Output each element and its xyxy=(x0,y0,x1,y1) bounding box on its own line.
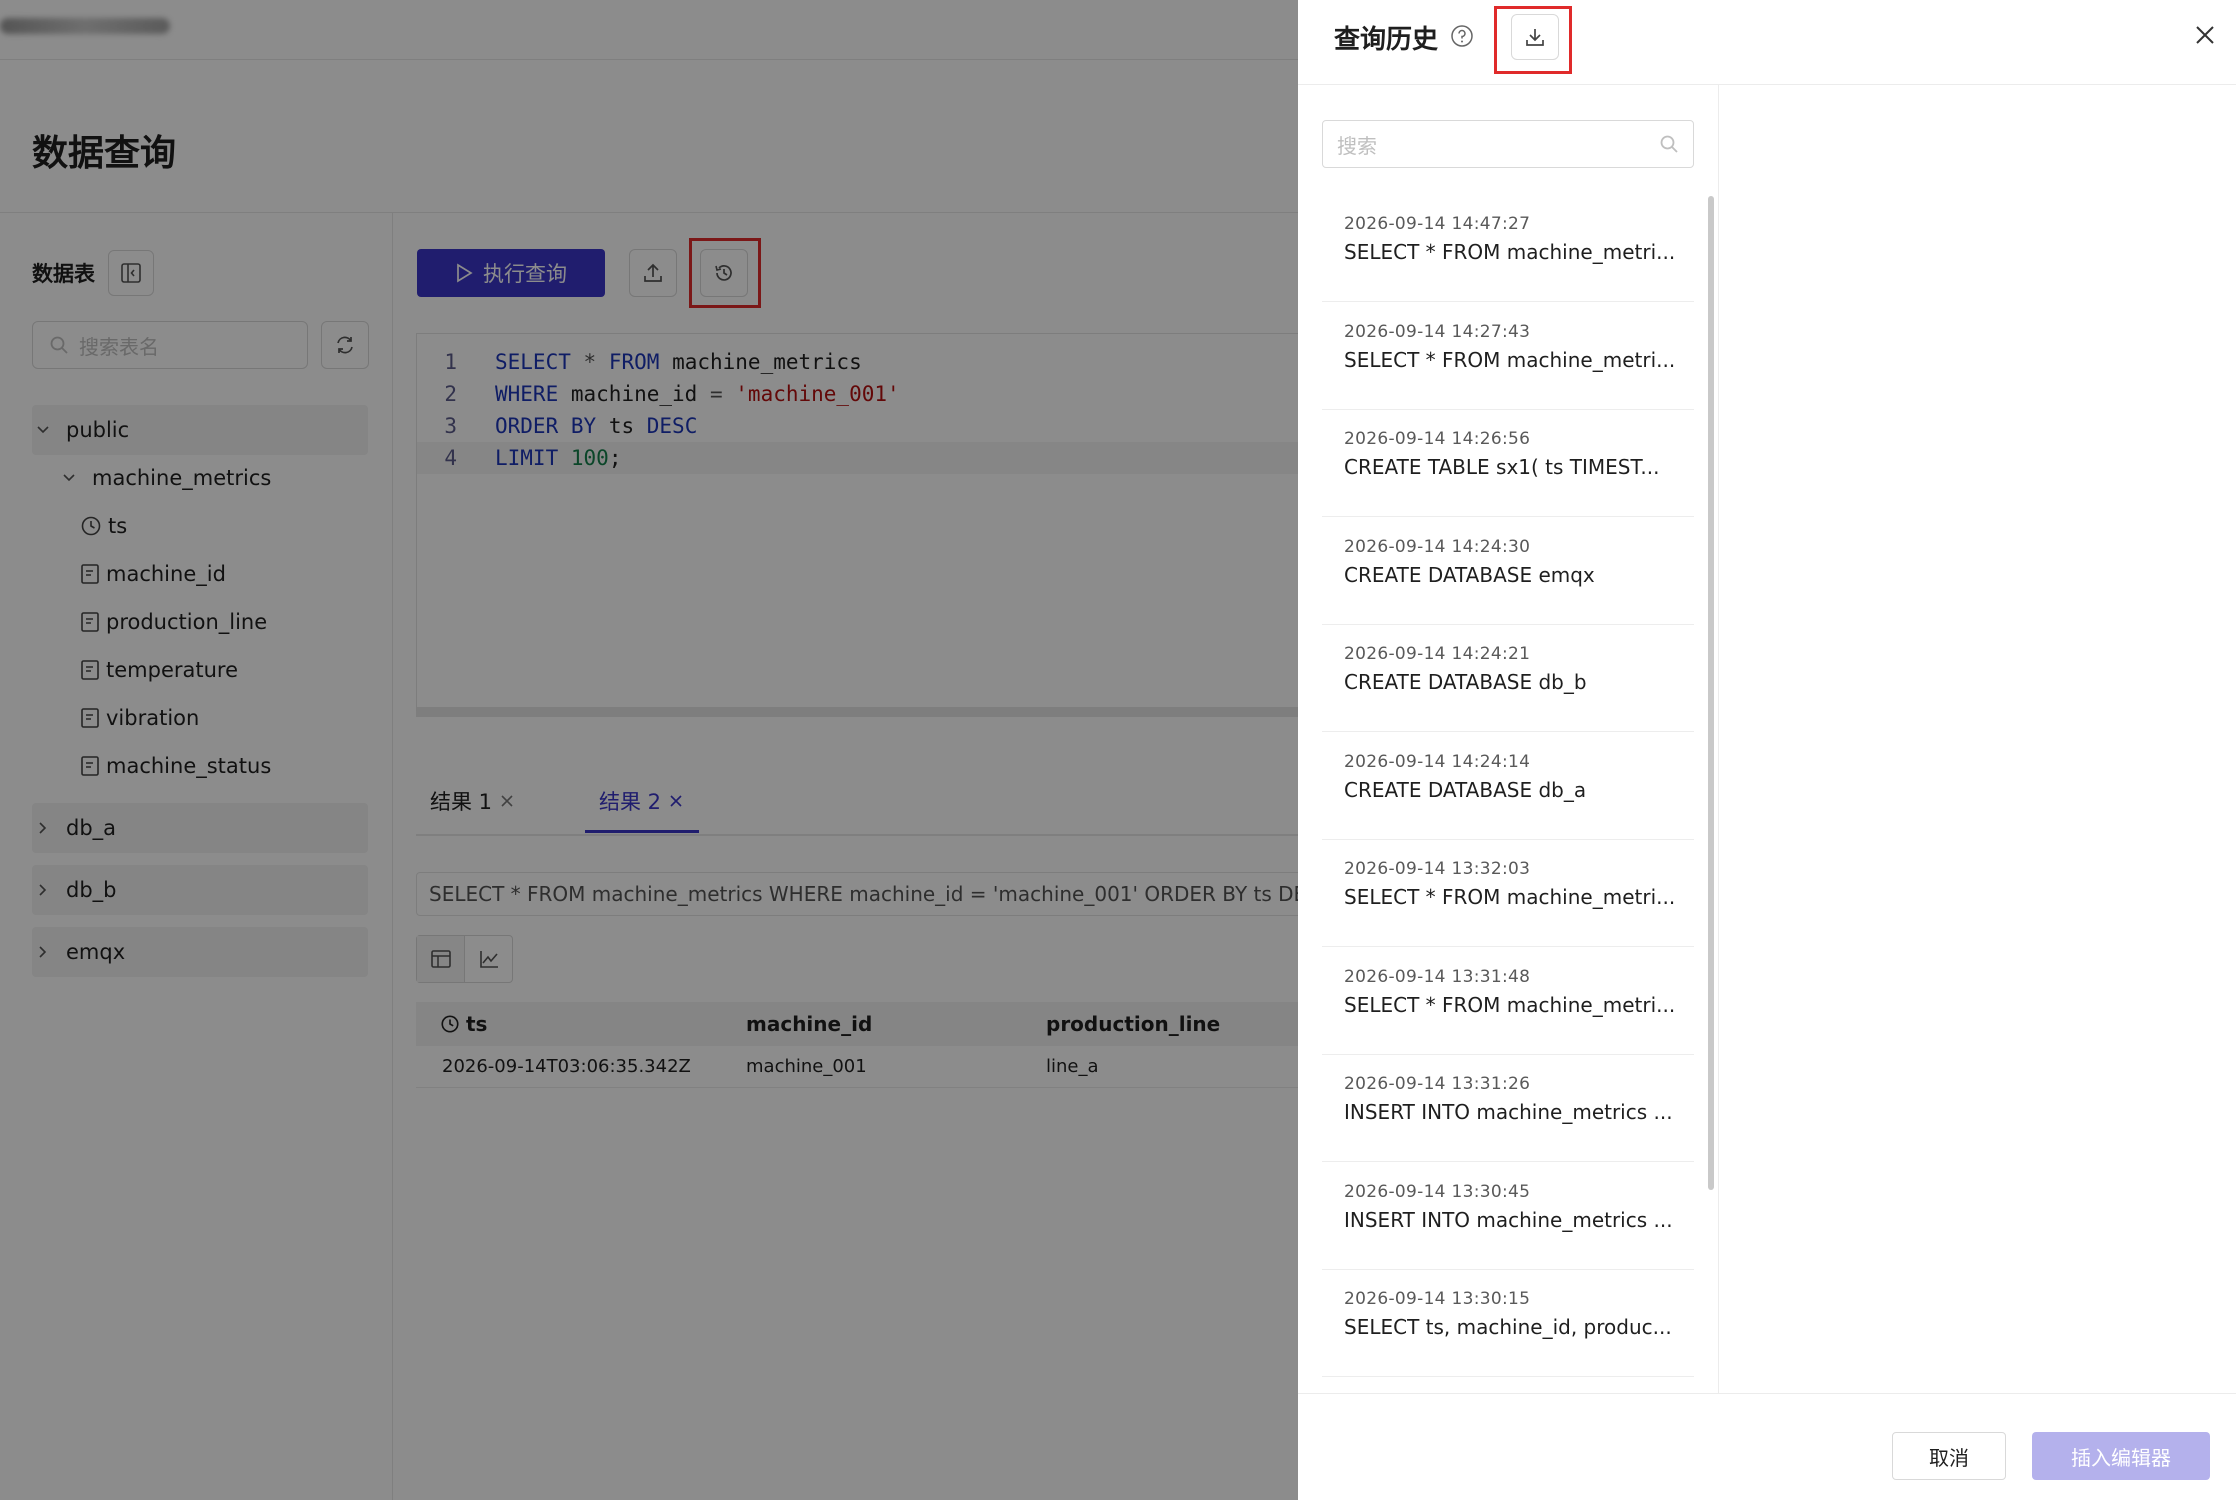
history-time: 2026-09-14 13:31:26 xyxy=(1344,1074,1531,1094)
history-scrollbar[interactable] xyxy=(1708,196,1714,1190)
history-time: 2026-09-14 14:24:30 xyxy=(1344,537,1531,557)
drawer-footer: 取消 插入编辑器 xyxy=(1298,1393,2236,1500)
close-icon xyxy=(2196,26,2214,44)
history-time: 2026-09-14 14:24:21 xyxy=(1344,644,1531,664)
history-search-input[interactable]: 搜索 xyxy=(1322,120,1694,168)
history-item[interactable]: 2026-09-14 13:30:15 SELECT ts, machine_i… xyxy=(1322,1269,1694,1377)
history-time: 2026-09-14 14:47:27 xyxy=(1344,214,1531,234)
history-sql: SELECT * FROM machine_metri... xyxy=(1344,993,1676,1017)
history-item[interactable]: 2026-09-14 13:30:45 INSERT INTO machine_… xyxy=(1322,1162,1694,1270)
history-sql: SELECT * FROM machine_metri... xyxy=(1344,885,1676,909)
export-button-highlight xyxy=(1494,6,1572,74)
history-sql: CREATE TABLE sx1( ts TIMEST... xyxy=(1344,455,1660,479)
history-sql: CREATE DATABASE emqx xyxy=(1344,563,1595,587)
history-time: 2026-09-14 13:30:45 xyxy=(1344,1182,1531,1202)
history-sql: CREATE DATABASE db_b xyxy=(1344,670,1587,694)
search-icon xyxy=(1660,135,1678,153)
drawer-title: 查询历史 xyxy=(1334,25,1439,55)
history-time: 2026-09-14 13:32:03 xyxy=(1344,859,1531,879)
insert-into-editor-button[interactable]: 插入编辑器 xyxy=(2032,1432,2210,1480)
history-time: 2026-09-14 13:31:48 xyxy=(1344,967,1531,987)
modal-mask[interactable] xyxy=(0,0,1298,1500)
history-time: 2026-09-14 14:24:14 xyxy=(1344,752,1531,772)
history-sql: SELECT * FROM machine_metri... xyxy=(1344,240,1676,264)
query-history-drawer: 查询历史 搜索 2026-09-14 14:47:27 SELECT * FRO… xyxy=(1298,0,2236,1500)
history-sql: INSERT INTO machine_metrics ... xyxy=(1344,1100,1673,1124)
history-item[interactable]: 2026-09-14 14:27:43 SELECT * FROM machin… xyxy=(1322,302,1694,410)
app-window: 数据查询 数据表 搜索表名 public machine_metrics ts … xyxy=(0,0,2236,1500)
help-icon[interactable] xyxy=(1450,24,1474,52)
history-item[interactable]: 2026-09-14 13:31:48 SELECT * FROM machin… xyxy=(1322,947,1694,1055)
history-item[interactable]: 2026-09-14 14:24:21 CREATE DATABASE db_b xyxy=(1322,624,1694,732)
history-sql: CREATE DATABASE db_a xyxy=(1344,778,1587,802)
drawer-header: 查询历史 xyxy=(1298,0,2236,85)
history-item[interactable]: 2026-09-14 13:32:03 SELECT * FROM machin… xyxy=(1322,839,1694,947)
history-time: 2026-09-14 14:26:56 xyxy=(1344,429,1531,449)
list-preview-divider xyxy=(1718,85,1719,1393)
close-drawer-button[interactable] xyxy=(2194,24,2216,50)
cancel-button[interactable]: 取消 xyxy=(1892,1432,2006,1480)
history-sql: SELECT * FROM machine_metri... xyxy=(1344,348,1676,372)
history-search-placeholder: 搜索 xyxy=(1337,133,1377,158)
history-time: 2026-09-14 14:27:43 xyxy=(1344,322,1531,342)
history-item[interactable]: 2026-09-14 14:26:56 CREATE TABLE sx1( ts… xyxy=(1322,409,1694,517)
history-item[interactable]: 2026-09-14 13:31:26 INSERT INTO machine_… xyxy=(1322,1054,1694,1162)
history-sql: SELECT ts, machine_id, produc... xyxy=(1344,1315,1672,1339)
history-item[interactable]: 2026-09-14 14:47:27 SELECT * FROM machin… xyxy=(1322,194,1694,302)
history-item[interactable]: 2026-09-14 14:24:14 CREATE DATABASE db_a xyxy=(1322,732,1694,840)
history-sql: INSERT INTO machine_metrics ... xyxy=(1344,1208,1673,1232)
history-time: 2026-09-14 13:30:15 xyxy=(1344,1289,1531,1309)
history-item[interactable]: 2026-09-14 14:24:30 CREATE DATABASE emqx xyxy=(1322,517,1694,625)
